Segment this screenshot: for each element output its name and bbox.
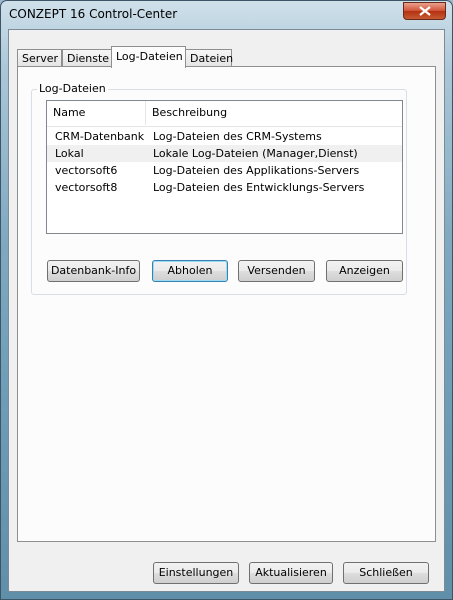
column-header-name[interactable]: Name (47, 101, 146, 125)
log-files-list[interactable]: Name Beschreibung CRM-Datenbank Log-Date… (46, 100, 403, 234)
list-item-description: Log-Dateien des Applikations-Servers (153, 164, 360, 177)
dialog-client-area: Server Dienste Log-Dateien Dateien Log-D… (8, 29, 445, 592)
database-info-button[interactable]: Datenbank-Info (47, 260, 140, 282)
send-button[interactable]: Versenden (238, 260, 315, 282)
list-item-name: Lokal (55, 147, 84, 160)
list-item[interactable]: vectorsoft8 Log-Dateien des Entwicklungs… (47, 179, 402, 196)
app-window: CONZEPT 16 Control-Center Server Dienste… (0, 0, 453, 600)
close-icon (419, 6, 431, 16)
window-title: CONZEPT 16 Control-Center (9, 7, 178, 21)
show-button[interactable]: Anzeigen (326, 260, 403, 282)
close-button[interactable]: Schließen (343, 562, 429, 584)
window-close-button[interactable] (403, 2, 446, 20)
column-header-description[interactable]: Beschreibung (146, 101, 402, 125)
list-item[interactable]: Lokal Lokale Log-Dateien (Manager,Dienst… (47, 145, 402, 162)
list-item-description: Log-Dateien des Entwicklungs-Servers (153, 181, 365, 194)
list-item-description: Log-Dateien des CRM-Systems (153, 130, 322, 143)
list-item-name: vectorsoft6 (55, 164, 118, 177)
list-item-description: Lokale Log-Dateien (Manager,Dienst) (153, 147, 358, 160)
tab-dienste[interactable]: Dienste (62, 49, 113, 67)
list-item-name: CRM-Datenbank (55, 130, 145, 143)
tab-panel-log-dateien: Log-Dateien Name Beschreibung CRM-Datenb… (17, 66, 436, 542)
tab-log-dateien[interactable]: Log-Dateien (111, 46, 186, 68)
refresh-button[interactable]: Aktualisieren (249, 562, 333, 584)
log-files-group: Log-Dateien Name Beschreibung CRM-Datenb… (31, 82, 407, 295)
tab-dateien[interactable]: Dateien (185, 49, 234, 67)
tab-label: Dateien (190, 52, 234, 65)
tab-label: Dienste (67, 52, 110, 65)
tab-label: Server (22, 52, 59, 65)
tab-label: Log-Dateien (116, 50, 183, 63)
settings-button[interactable]: Einstellungen (153, 562, 239, 584)
tab-server[interactable]: Server (17, 49, 62, 67)
list-item[interactable]: CRM-Datenbank Log-Dateien des CRM-System… (47, 128, 402, 145)
list-header: Name Beschreibung (47, 101, 402, 127)
list-item[interactable]: vectorsoft6 Log-Dateien des Applikations… (47, 162, 402, 179)
group-label: Log-Dateien (37, 82, 108, 95)
list-item-name: vectorsoft8 (55, 181, 118, 194)
fetch-button[interactable]: Abholen (152, 260, 228, 282)
